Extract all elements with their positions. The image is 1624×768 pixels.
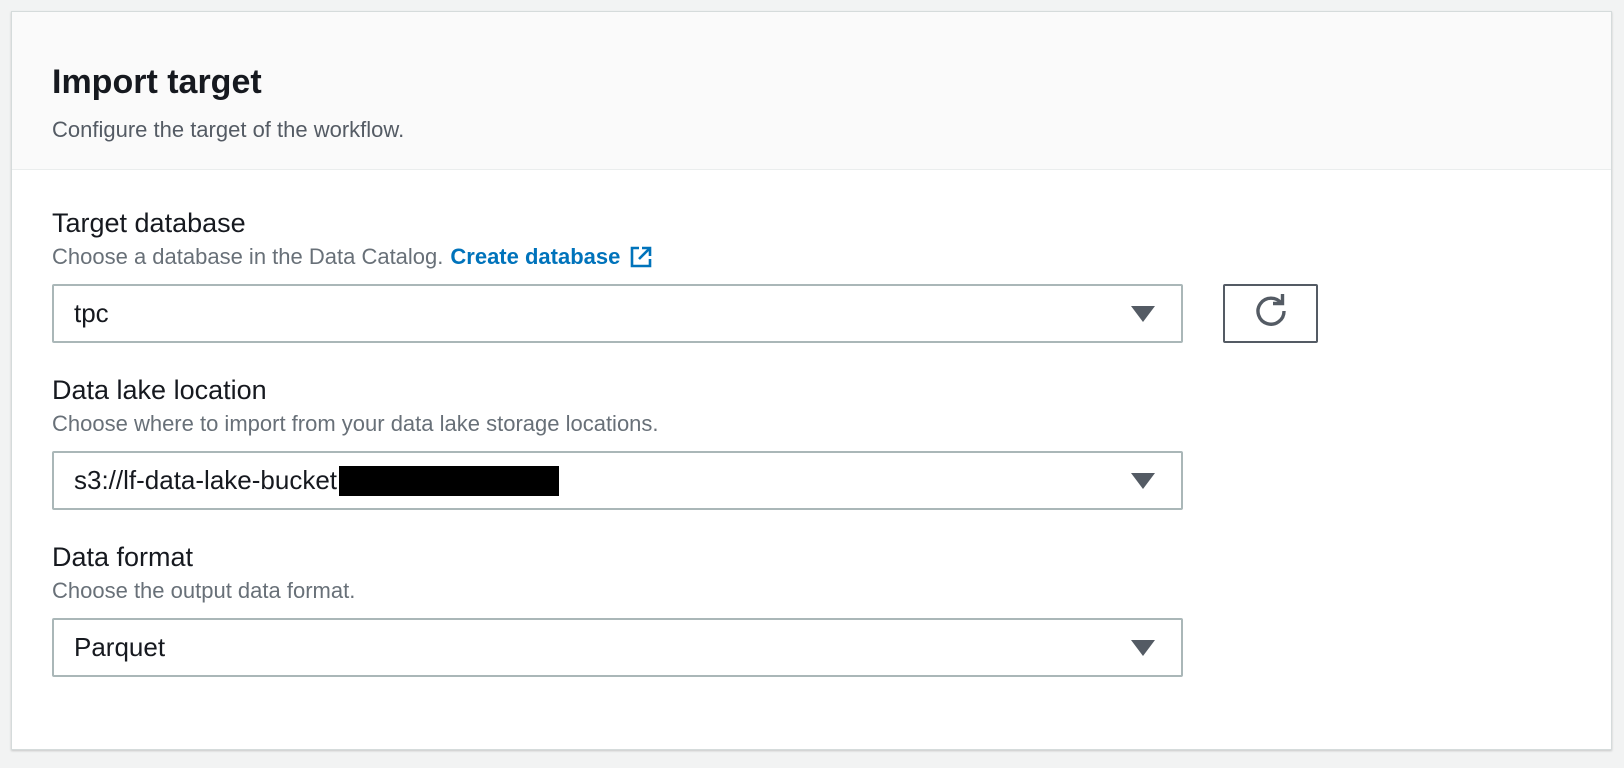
caret-down-icon bbox=[1131, 305, 1155, 322]
target-database-label: Target database bbox=[52, 208, 246, 238]
panel-header: Import target Configure the target of th… bbox=[12, 12, 1611, 170]
create-database-link-label: Create database bbox=[450, 244, 621, 269]
data-lake-location-row: s3://lf-data-lake-bucket bbox=[52, 451, 1611, 510]
target-database-description: Choose a database in the Data Catalog. C… bbox=[52, 242, 1611, 272]
data-format-description: Choose the output data format. bbox=[52, 578, 356, 603]
target-database-row: tpc bbox=[52, 284, 1611, 343]
data-lake-location-select[interactable]: s3://lf-data-lake-bucket bbox=[52, 451, 1183, 510]
data-lake-location-label: Data lake location bbox=[52, 375, 267, 405]
target-database-description-text: Choose a database in the Data Catalog. bbox=[52, 244, 444, 269]
caret-down-icon bbox=[1131, 472, 1155, 489]
redacted-block bbox=[339, 465, 560, 496]
data-format-select[interactable]: Parquet bbox=[52, 618, 1183, 677]
create-database-link[interactable]: Create database bbox=[450, 242, 652, 272]
data-format-value: Parquet bbox=[74, 632, 166, 662]
data-lake-location-value-wrap: s3://lf-data-lake-bucket bbox=[74, 465, 560, 496]
data-lake-location-description: Choose where to import from your data la… bbox=[52, 411, 659, 436]
panel-description: Configure the target of the workflow. bbox=[52, 117, 405, 142]
target-database-field: Target database Choose a database in the… bbox=[52, 206, 1611, 343]
external-link-icon bbox=[630, 246, 652, 268]
panel-title: Import target bbox=[52, 63, 262, 101]
target-database-value: tpc bbox=[74, 298, 109, 328]
caret-down-icon bbox=[1131, 639, 1155, 656]
data-lake-location-field: Data lake location Choose where to impor… bbox=[52, 373, 1611, 510]
data-format-row: Parquet bbox=[52, 618, 1611, 677]
target-database-select[interactable]: tpc bbox=[52, 284, 1183, 343]
data-lake-location-value: s3://lf-data-lake-bucket bbox=[74, 465, 338, 495]
import-target-panel: Import target Configure the target of th… bbox=[11, 11, 1612, 750]
panel-body: Target database Choose a database in the… bbox=[12, 170, 1611, 677]
data-format-label: Data format bbox=[52, 542, 194, 572]
data-format-field: Data format Choose the output data forma… bbox=[52, 540, 1611, 677]
refresh-button[interactable] bbox=[1223, 284, 1318, 343]
refresh-icon bbox=[1252, 292, 1290, 335]
